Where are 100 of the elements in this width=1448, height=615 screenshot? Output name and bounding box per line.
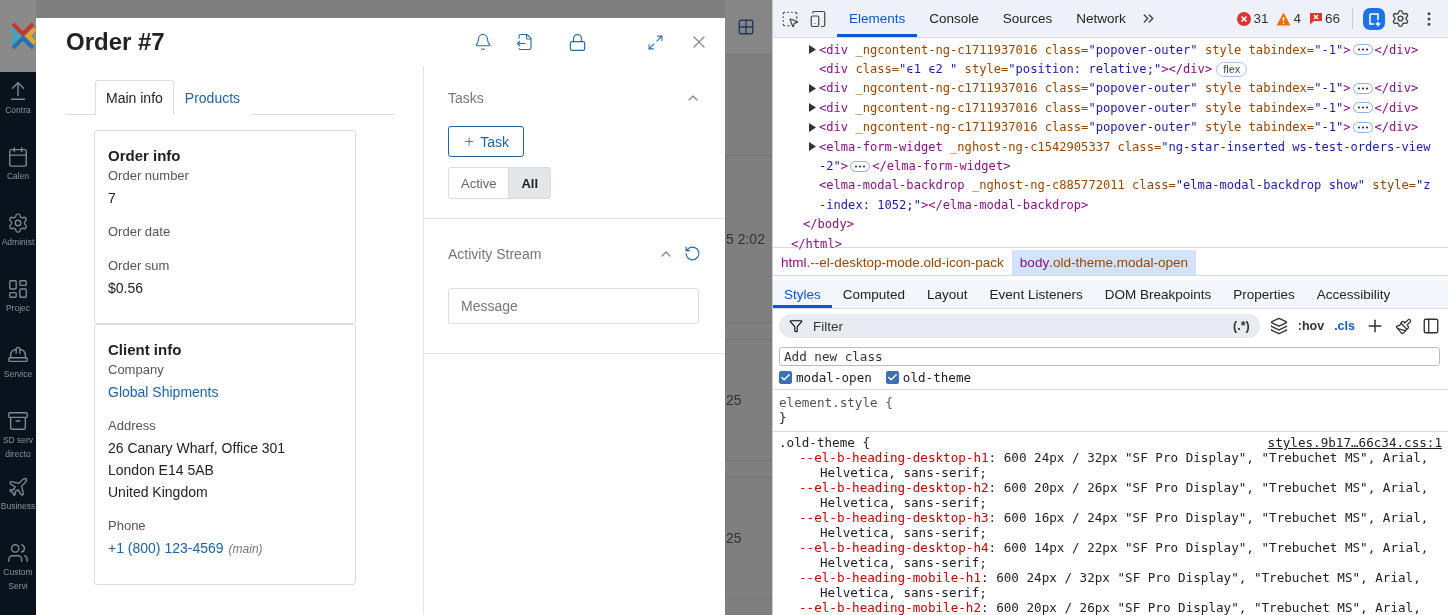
field-link[interactable]: Global Shipments xyxy=(108,384,219,400)
pane-tab[interactable]: Layout xyxy=(916,279,979,309)
nav-label[interactable]: directo xyxy=(5,449,31,460)
code-text: <elma-modal-backdrop _nghost-ng-c885772011 class="elma-modal-backdrop show" style="z xyxy=(819,178,1431,193)
collapsed-content-icon[interactable] xyxy=(1352,44,1373,56)
breadcrumb[interactable]: body.old-theme.modal-open xyxy=(1011,250,1196,275)
code-text: <elma-form-widget _nghost-ng-c1542905337 class="ng-star-inserted ws-test-orders-view xyxy=(819,139,1431,154)
collapsed-content-icon[interactable] xyxy=(1352,102,1373,114)
code-text: </div> xyxy=(1374,120,1419,135)
filter-toggle[interactable]: Active xyxy=(448,167,510,199)
devtools-tab[interactable]: Console xyxy=(917,0,991,37)
css-property-continuation: Helvetica, sans-serif; xyxy=(819,555,988,570)
code-text: <div _ngcontent-ng-c1711937016 class="popover-outer" style tabindex="-1"> xyxy=(819,120,1351,135)
issue-icon xyxy=(1308,12,1323,25)
code-text: <div _ngcontent-ng-c1711937016 class="popover-outer" style tabindex="-1"> xyxy=(819,81,1351,96)
checkbox[interactable] xyxy=(779,371,792,384)
pane-tab[interactable]: Accessibility xyxy=(1305,279,1402,309)
nav-label[interactable]: Contra xyxy=(5,105,31,116)
device-icon[interactable] xyxy=(809,9,827,28)
gear-icon[interactable] xyxy=(7,212,29,234)
pane-tab[interactable]: DOM Breakpoints xyxy=(1093,279,1223,309)
field-label: Order date xyxy=(108,223,172,241)
grid-icon[interactable] xyxy=(737,18,755,36)
nav-label[interactable]: SD serv xyxy=(2,435,34,446)
lock-icon[interactable] xyxy=(568,32,587,52)
refresh-icon[interactable] xyxy=(684,245,701,262)
settings-icon[interactable] xyxy=(1391,9,1410,28)
css-property: --el-b-heading-desktop-h4: 600 14px / 22px "SF Pro Display", "Trebuchet MS", Arial, xyxy=(798,540,1430,555)
assistant-icon[interactable] xyxy=(1363,7,1385,30)
field-link[interactable]: +1 (800) 123-4569 xyxy=(108,540,224,556)
counter-value[interactable]: 31 xyxy=(1253,11,1269,26)
devtools-tab[interactable]: Network xyxy=(1064,0,1138,37)
regex-toggle[interactable]: (.*) xyxy=(1233,319,1250,334)
collapsed-content-icon[interactable] xyxy=(1352,121,1373,133)
code-text: -2"> xyxy=(819,159,849,174)
code-text: -index: 1052;"></elma-modal-backdrop> xyxy=(819,197,1089,212)
class-input[interactable]: Add new class xyxy=(779,347,1440,366)
nav-label[interactable]: Calen xyxy=(6,171,30,182)
nav-label[interactable]: Administ xyxy=(1,237,35,248)
expand-triangle-icon[interactable] xyxy=(809,45,816,55)
nav-label[interactable]: Service xyxy=(3,369,33,380)
tab[interactable]: Main info xyxy=(95,80,174,115)
collapsed-content-icon[interactable] xyxy=(850,160,871,172)
source-link[interactable]: styles.9b17…66c34.css:1 xyxy=(1267,435,1442,450)
counter-value[interactable]: 4 xyxy=(1293,11,1301,26)
filter-field[interactable]: Filter (.*) xyxy=(779,314,1260,339)
code-text: </body> xyxy=(803,217,854,232)
style-brace: } xyxy=(779,410,788,425)
field-value: London E14 5AB xyxy=(108,462,214,478)
bell-icon[interactable] xyxy=(474,33,492,51)
filter-toggle[interactable]: All xyxy=(509,167,552,199)
nav-label[interactable]: Custom xyxy=(3,567,33,578)
code-text: <div _ngcontent-ng-c1711937016 class="popover-outer" style tabindex="-1"> xyxy=(819,100,1351,115)
css-property-continuation: Helvetica, sans-serif; xyxy=(819,525,988,540)
layers-icon[interactable] xyxy=(1269,317,1288,336)
code-text: </html> xyxy=(791,236,842,251)
collapsed-content-icon[interactable] xyxy=(1352,82,1373,94)
card-text: 25 xyxy=(726,530,742,546)
section-title: Tasks xyxy=(448,89,485,106)
field-note: (main) xyxy=(228,542,263,556)
css-property: --el-b-heading-mobile-h2: 600 20px / 26px "SF Pro Display", "Trebuchet MS", Arial, xyxy=(798,600,1422,615)
pane-tab[interactable]: Styles xyxy=(773,279,832,309)
error-icon xyxy=(1237,11,1252,26)
field-value: $0.56 xyxy=(108,280,144,296)
nav-label[interactable]: Projec xyxy=(5,303,31,314)
logo-icon[interactable] xyxy=(10,21,36,51)
checkbox[interactable] xyxy=(885,371,899,384)
paint-brush-icon[interactable] xyxy=(1395,317,1412,335)
field-label: Order sum xyxy=(108,257,171,275)
code-text: </div> xyxy=(1374,81,1419,96)
section-title: Activity Stream xyxy=(448,245,543,262)
sidebar-toggle-icon[interactable] xyxy=(1422,317,1440,336)
expand-icon[interactable] xyxy=(647,33,664,51)
hover-toggle[interactable]: :hov xyxy=(1297,319,1325,334)
dashboard-icon[interactable] xyxy=(7,278,29,300)
filter-input[interactable]: Filter xyxy=(811,317,1226,335)
plane-icon[interactable] xyxy=(7,476,29,498)
field-value: United Kingdom xyxy=(108,484,208,500)
calendar-icon[interactable] xyxy=(7,146,29,168)
archive-icon[interactable] xyxy=(7,410,29,432)
counter-value[interactable]: 66 xyxy=(1324,11,1340,26)
css-property-continuation: Helvetica, sans-serif; xyxy=(819,495,988,510)
style-selector: element.style { xyxy=(779,395,894,410)
document-export-icon[interactable] xyxy=(516,33,534,51)
devtools-tab[interactable]: Sources xyxy=(990,0,1065,37)
nav-label[interactable]: Business xyxy=(0,501,36,512)
add-task-button[interactable]: Task xyxy=(448,126,524,157)
pane-tab[interactable]: Event Listeners xyxy=(978,279,1094,309)
pane-tab[interactable]: Computed xyxy=(831,279,917,309)
people-icon[interactable] xyxy=(7,542,29,564)
class-toggle[interactable]: .cls xyxy=(1334,319,1355,334)
devtools-tab[interactable]: Elements xyxy=(837,0,918,37)
css-property: --el-b-heading-mobile-h1: 600 24px / 32px "SF Pro Display", "Trebuchet MS", Arial, xyxy=(798,570,1422,585)
pane-tab[interactable]: Properties xyxy=(1222,279,1306,309)
field-value: 26 Canary Wharf, Office 301 xyxy=(108,440,286,456)
message-field[interactable]: Message xyxy=(448,288,699,324)
breadcrumb[interactable]: html.--el-desktop-mode.old-icon-pack xyxy=(773,250,1012,275)
nav-label[interactable]: Servi xyxy=(8,581,28,592)
inspect-icon[interactable] xyxy=(781,9,799,28)
card-text: 5 2:02 xyxy=(726,231,765,247)
